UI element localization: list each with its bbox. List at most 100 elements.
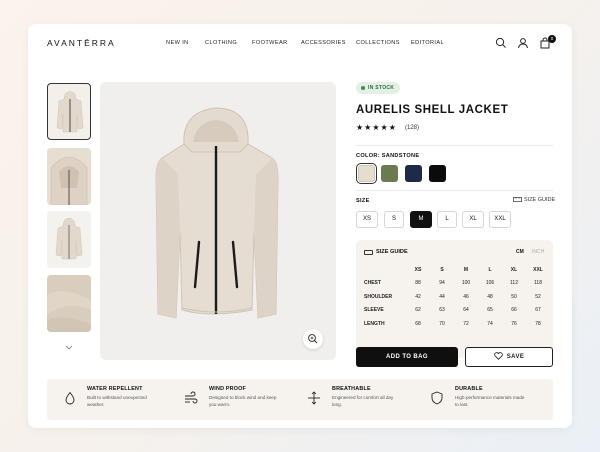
unit-inch-toggle[interactable]: INCH [532,249,544,255]
table-header-cell: XL [510,266,518,273]
table-cell: 63 [439,307,445,314]
size-guide-table: XS S M L XL XXL CHEST 88 94 100 106 112 … [364,263,550,331]
breathable-icon [308,391,320,405]
feature-description: Designed to block wind and keep you warm… [209,395,277,407]
size-option-m[interactable]: M [410,211,432,228]
thumbnail-hood-detail[interactable] [47,148,91,205]
zoom-icon [308,334,318,344]
table-cell: 46 [463,293,469,300]
swatch-navy[interactable] [405,165,422,182]
chevron-down-icon[interactable] [64,344,74,352]
size-guide-link[interactable]: SIZE GUIDE [513,197,555,203]
table-row: SLEEVE 62 63 64 65 66 67 [364,304,550,318]
table-cell: 94 [439,280,445,287]
size-guide-panel: SIZE GUIDE CM INCH XS S M L XL XXL CHEST… [356,240,553,358]
nav-collections[interactable]: COLLECTIONS [356,40,400,46]
feature-title: BREATHABLE [332,386,371,392]
table-cell: 88 [415,280,421,287]
size-option-l[interactable]: L [437,211,457,228]
row-label: SHOULDER [364,293,393,300]
unit-cm-toggle[interactable]: CM [516,249,524,255]
jacket-front-thumbnail-image [56,91,84,133]
save-button[interactable]: SAVE [465,347,553,367]
table-cell: 62 [415,307,421,314]
table-header-cell: S [440,266,444,273]
table-cell: 67 [535,307,541,314]
nav-clothing[interactable]: CLOTHING [205,40,237,46]
hood-detail-thumbnail-image [47,148,91,205]
thumbnail-back[interactable] [47,211,91,268]
swatch-olive[interactable] [381,165,398,182]
stock-label: IN STOCK [368,85,395,91]
table-cell: 48 [487,293,493,300]
size-option-xs[interactable]: XS [356,211,378,228]
heart-icon [494,352,503,361]
table-header-cell: XXL [533,266,543,273]
row-label: CHEST [364,280,381,287]
table-cell: 76 [511,320,517,327]
feature-wind-proof: WIND PROOF Designed to block wind and ke… [209,386,281,408]
jacket-illustration [155,107,279,319]
table-cell: 44 [439,293,445,300]
cart-count-badge: 0 [548,35,556,43]
table-header-cell: XS [414,266,422,273]
feature-water-repellent: WATER REPELLENT Built to withstand unexp… [87,386,159,408]
nav-footwear[interactable]: FOOTWEAR [252,40,288,46]
stock-badge: IN STOCK [356,82,401,94]
features-bar: WATER REPELLENT Built to withstand unexp… [47,379,553,420]
product-title: AURELIS SHELL JACKET [356,104,509,116]
thumbnail-fabric[interactable] [47,275,91,332]
table-cell: 100 [461,280,471,287]
table-row: SHOULDER 42 44 46 48 50 52 [364,290,550,304]
feature-description: Built to withstand unexpected weather. [87,395,147,407]
ruler-icon [513,197,522,202]
main-product-image[interactable] [100,82,336,360]
table-cell: 78 [535,320,541,327]
color-label: COLOR: SANDSTONE [356,153,420,159]
table-cell: 70 [439,320,445,327]
size-option-xl[interactable]: XL [462,211,484,228]
row-label: LENGTH [364,320,385,327]
save-button-label: SAVE [506,354,525,360]
wind-icon [185,391,198,404]
table-header-cell: M [463,266,469,273]
feature-title: DURABLE [455,386,483,392]
brand-logo[interactable]: AVANTĒRRA [47,38,116,48]
add-to-bag-button[interactable]: ADD TO BAG [356,347,458,367]
table-cell: 52 [535,293,541,300]
feature-title: WATER REPELLENT [87,386,143,392]
size-option-s[interactable]: S [384,211,404,228]
size-guide-title: SIZE GUIDE [376,249,408,255]
table-cell: 118 [534,280,542,287]
table-cell: 42 [415,293,421,300]
thumbnail-front[interactable] [47,83,91,140]
zoom-button[interactable] [303,329,323,349]
table-cell: 112 [510,280,518,287]
size-option-xxl[interactable]: XXL [489,211,511,228]
feature-durable: DURABLE High-performance materials made … [455,386,527,408]
feature-breathable: BREATHABLE Engineered for comfort all da… [332,386,404,408]
account-icon[interactable] [517,37,529,49]
search-icon[interactable] [495,37,507,49]
droplet-icon [65,391,75,405]
swatch-black[interactable] [429,165,446,182]
table-cell: 106 [485,280,495,287]
swatch-sandstone[interactable] [356,163,377,184]
feature-title: WIND PROOF [209,386,247,392]
product-page-card: AVANTĒRRA NEW IN CLOTHING FOOTWEAR ACCES… [28,24,572,428]
nav-accessories[interactable]: ACCESSORIES [301,40,346,46]
table-cell: 50 [511,293,517,300]
nav-editorial[interactable]: EDITORIAL [411,40,444,46]
review-count[interactable]: (128) [405,125,419,131]
shield-icon [431,391,443,405]
table-cell: 68 [415,320,421,327]
divider [356,145,553,146]
stock-dot [361,86,365,90]
table-cell: 64 [463,307,469,314]
rating-stars[interactable]: ★★★★★ [356,123,397,132]
table-header-cell: L [488,266,492,273]
table-header-cell [364,263,406,277]
feature-description: Engineered for comfort all day long. [332,395,394,407]
divider [356,190,553,191]
nav-new-in[interactable]: NEW IN [166,40,189,46]
